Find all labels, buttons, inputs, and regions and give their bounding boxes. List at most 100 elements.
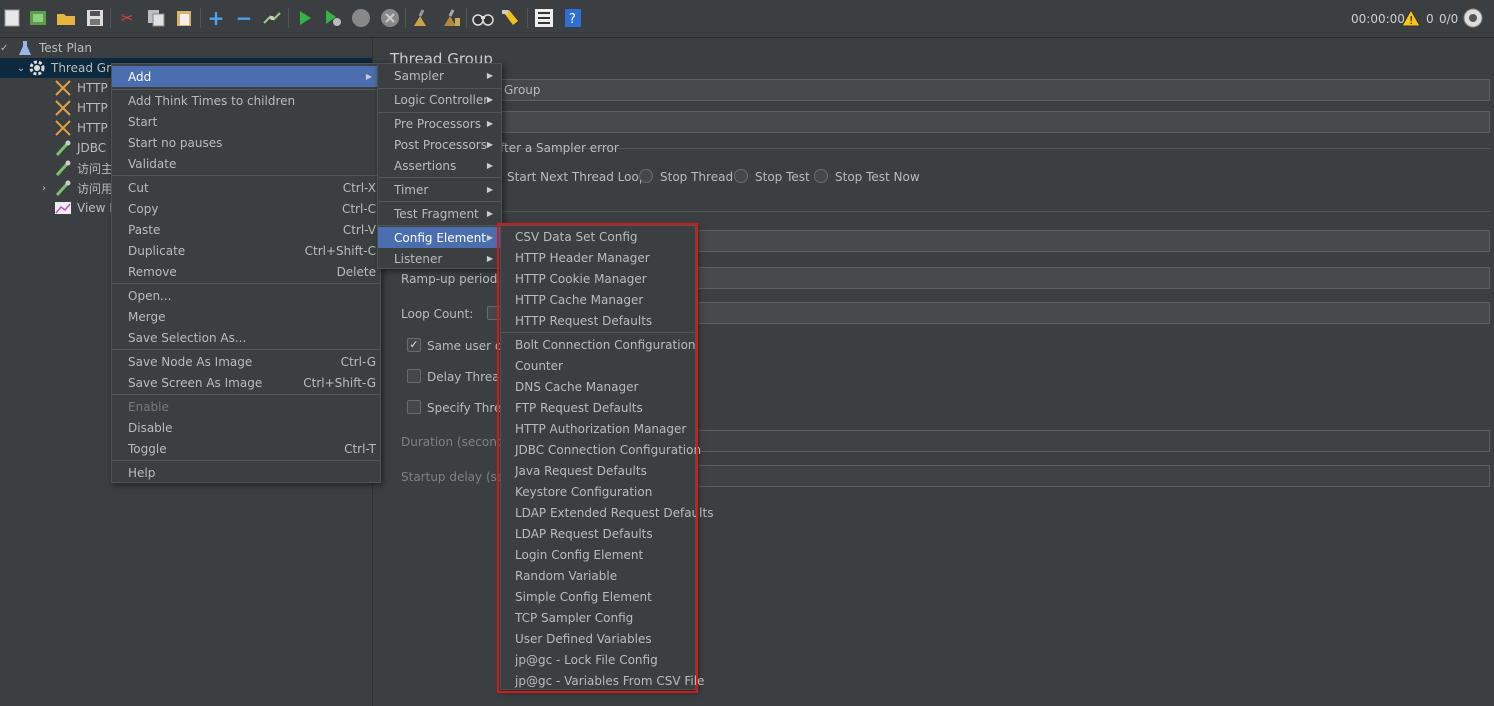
config-item-http-cookie-manager[interactable]: HTTP Cookie Manager [501,268,695,289]
menu-item-save-node-image[interactable]: Save Node As Image Ctrl-G [112,351,380,372]
submenu-item-assertions[interactable]: Assertions ▶ [378,155,501,176]
submenu-item-config-element[interactable]: Config Element ▶ [378,227,501,248]
chevron-down-icon[interactable]: ✓ [0,43,8,54]
comments-field[interactable] [500,111,1490,133]
menu-item-merge[interactable]: Merge [112,306,380,327]
config-item-bolt-connection[interactable]: Bolt Connection Configuration [501,334,696,355]
warning-icon[interactable]: ! [1400,7,1422,29]
tree-item-jdbc[interactable]: JDBC F [54,138,117,158]
paste-icon[interactable] [173,7,195,29]
radio-stop-test-button[interactable] [734,169,748,183]
config-item-variables-from-csv[interactable]: jp@gc - Variables From CSV File [501,670,704,691]
clear-all-icon[interactable] [440,7,462,29]
cut-icon[interactable]: ✂ [116,7,138,29]
start-no-pauses-icon[interactable] [322,7,344,29]
config-item-http-cache-manager[interactable]: HTTP Cache Manager [501,289,695,310]
menu-item-toggle[interactable]: Toggle Ctrl-T [112,438,380,459]
config-item-ldap-request-defaults[interactable]: LDAP Request Defaults [501,523,695,544]
pipette-icon [54,139,72,157]
name-field[interactable]: Group [500,79,1490,101]
submenu-item-listener[interactable]: Listener ▶ [378,248,501,269]
help-icon[interactable]: ? [562,7,584,29]
config-item-ldap-extended[interactable]: LDAP Extended Request Defaults [501,502,713,523]
menu-item-remove[interactable]: Remove Delete [112,261,380,282]
log-icon[interactable] [1488,7,1494,29]
reset-search-icon[interactable] [500,7,522,29]
radio-start-next-loop[interactable]: Start Next Thread Loop [507,170,646,184]
templates-icon[interactable] [27,7,49,29]
copy-icon[interactable] [145,7,167,29]
tree-item-http-2[interactable]: HTTP ( [54,98,116,118]
tree-item-http-1[interactable]: HTTP ( [54,78,116,98]
config-item-jdbc-connection[interactable]: JDBC Connection Configuration [501,439,701,460]
chevron-down-icon[interactable]: ⌄ [14,63,28,74]
stop-icon[interactable] [350,7,372,29]
menu-item-save-selection[interactable]: Save Selection As... [112,327,380,348]
config-item-http-header-manager[interactable]: HTTP Header Manager [501,247,695,268]
tree-item-http-3[interactable]: HTTP F [54,118,118,138]
config-item-login-config[interactable]: Login Config Element [501,544,695,565]
search-icon[interactable] [472,7,494,29]
radio-stop-thread-label[interactable]: Stop Thread [660,170,733,184]
function-helper-icon[interactable] [533,7,555,29]
radio-stop-test-now-label[interactable]: Stop Test Now [835,170,920,184]
divider [500,211,1490,212]
radio-stop-test-label[interactable]: Stop Test [755,170,810,184]
radio-stop-test-now-button[interactable] [814,169,828,183]
toggle-icon[interactable] [261,7,283,29]
config-item-dns-cache-manager[interactable]: DNS Cache Manager [501,376,695,397]
menu-item-copy[interactable]: Copy Ctrl-C [112,198,380,219]
menu-item-cut[interactable]: Cut Ctrl-X [112,177,380,198]
menu-item-validate[interactable]: Validate [112,153,380,174]
chevron-right-icon[interactable]: › [34,183,54,194]
menu-item-start[interactable]: Start [112,111,380,132]
config-item-simple-config[interactable]: Simple Config Element [501,586,695,607]
save-icon[interactable] [84,7,106,29]
tree-item-test-plan[interactable]: ✓ Test Plan [0,38,372,58]
tree-item-view-results[interactable]: View R [54,198,118,218]
submenu-item-test-fragment[interactable]: Test Fragment ▶ [378,203,501,224]
submenu-item-timer[interactable]: Timer ▶ [378,179,501,200]
menu-item-add-think-times[interactable]: Add Think Times to children [112,90,380,111]
config-item-random-variable[interactable]: Random Variable [501,565,695,586]
config-item-ftp-request-defaults[interactable]: FTP Request Defaults [501,397,695,418]
config-item-http-request-defaults[interactable]: HTTP Request Defaults [501,310,695,331]
config-item-keystore[interactable]: Keystore Configuration [501,481,695,502]
remote-icon[interactable] [1462,7,1484,29]
delay-thread-checkbox[interactable] [407,369,421,383]
config-element-submenu: CSV Data Set Config HTTP Header Manager … [500,225,713,691]
collapse-icon[interactable]: − [233,7,255,29]
config-item-csv-data-set[interactable]: CSV Data Set Config [501,226,695,247]
menu-item-help[interactable]: Help [112,462,380,483]
submenu-item-post-processors[interactable]: Post Processors ▶ [378,134,501,155]
shutdown-icon[interactable] [379,7,401,29]
clear-icon[interactable] [410,7,432,29]
menu-item-paste[interactable]: Paste Ctrl-V [112,219,380,240]
same-user-checkbox[interactable]: ✓ [407,338,421,352]
config-item-java-request-defaults[interactable]: Java Request Defaults [501,460,695,481]
menu-item-duplicate[interactable]: Duplicate Ctrl+Shift-C [112,240,380,261]
menu-item-disable[interactable]: Disable [112,417,380,438]
new-icon[interactable] [1,7,23,29]
menu-item-start-no-pauses[interactable]: Start no pauses [112,132,380,153]
menu-item-open[interactable]: Open... [112,285,380,306]
specify-lifetime-checkbox[interactable] [407,400,421,414]
config-item-user-defined-variables[interactable]: User Defined Variables [501,628,695,649]
menu-item-add[interactable]: Add ▶ [112,66,380,87]
radio-stop-thread-button[interactable] [639,169,653,183]
config-item-counter[interactable]: Counter [501,355,695,376]
config-item-lock-file-config[interactable]: jp@gc - Lock File Config [501,649,695,670]
submenu-item-pre-processors[interactable]: Pre Processors ▶ [378,113,501,134]
start-icon[interactable] [294,7,316,29]
infinite-checkbox[interactable] [487,306,501,320]
config-item-http-authorization-manager[interactable]: HTTP Authorization Manager [501,418,695,439]
config-item-tcp-sampler-config[interactable]: TCP Sampler Config [501,607,695,628]
submenu-item-sampler[interactable]: Sampler ▶ [378,65,501,86]
duration-label: Duration (seconds [401,435,511,449]
expand-icon[interactable]: + [205,7,227,29]
tree-item-visit-user[interactable]: › 访问用 [34,178,113,198]
tree-item-visit-main[interactable]: 访问主 [54,158,113,178]
open-icon[interactable] [55,7,77,29]
submenu-item-logic-controller[interactable]: Logic Controller ▶ [378,89,501,110]
menu-item-save-screen-image[interactable]: Save Screen As Image Ctrl+Shift-G [112,372,380,393]
